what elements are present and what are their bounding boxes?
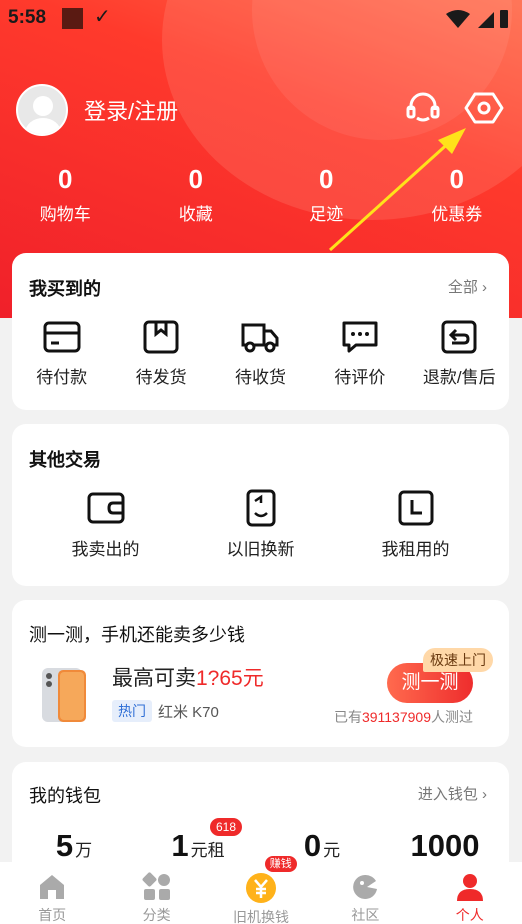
earn-badge: 赚钱 bbox=[264, 856, 297, 872]
other-trade-card: 其他交易 我卖出的 以旧换新 我租用的 bbox=[12, 424, 509, 586]
clock-icon bbox=[398, 490, 433, 526]
tab-label: 旧机换钱 bbox=[232, 909, 289, 924]
item-label: 我租用的 bbox=[381, 540, 450, 559]
tested-count: 已有391137909人测过 bbox=[333, 709, 473, 725]
item-label: 待发货 bbox=[135, 368, 187, 387]
community-icon bbox=[353, 874, 378, 899]
wallet-icon bbox=[87, 492, 124, 524]
tab-label: 社区 bbox=[351, 907, 380, 923]
fast-pickup-badge: 极速上门 bbox=[423, 648, 493, 672]
wallet-item[interactable]: 1 元租 bbox=[136, 828, 260, 864]
tab-home[interactable]: 首页 bbox=[0, 862, 104, 924]
tab-label: 个人 bbox=[455, 907, 484, 923]
category-icon bbox=[142, 872, 170, 900]
card-icon bbox=[43, 321, 81, 353]
bought-card: 我买到的 全部 › 待付款 待发货 待收货 待评价 退款/售后 bbox=[12, 253, 509, 410]
tab-trade-in[interactable]: 赚钱 旧机换钱 bbox=[209, 856, 313, 924]
tab-community[interactable]: 社区 bbox=[313, 862, 417, 924]
my-rented[interactable]: 我租用的 bbox=[338, 489, 493, 560]
my-sold[interactable]: 我卖出的 bbox=[28, 489, 183, 560]
item-label: 以旧换新 bbox=[226, 540, 295, 559]
order-pending-payment[interactable]: 待付款 bbox=[12, 319, 111, 388]
phone-model: 红米 K70 bbox=[158, 704, 219, 721]
max-price: 最高可卖1?65元 bbox=[112, 662, 264, 692]
order-pending-shipment[interactable]: 待发货 bbox=[111, 319, 210, 388]
item-label: 待评价 bbox=[334, 368, 386, 387]
view-all-link[interactable]: 全部 › bbox=[448, 276, 487, 297]
bottom-tab-bar: 首页 分类 赚钱 旧机换钱 社区 个人 bbox=[0, 856, 522, 924]
item-label: 待付款 bbox=[36, 368, 88, 387]
yuan-coin-icon bbox=[245, 873, 276, 903]
item-label: 待收货 bbox=[234, 368, 286, 387]
wallet-item[interactable]: 1000 bbox=[384, 828, 508, 864]
item-label: 我卖出的 bbox=[71, 540, 140, 559]
card-title: 我买到的 bbox=[29, 279, 101, 299]
hot-tag: 热门 bbox=[112, 700, 152, 722]
refund-icon bbox=[441, 320, 477, 354]
enter-wallet-link[interactable]: 进入钱包 › bbox=[418, 783, 487, 804]
card-title: 其他交易 bbox=[29, 450, 101, 470]
estimate-card[interactable]: 测一测，手机还能卖多少钱 最高可卖1?65元 热门 红米 K70 测一测 极速上… bbox=[12, 600, 509, 747]
tab-label: 首页 bbox=[38, 907, 67, 923]
package-icon bbox=[143, 320, 179, 354]
comment-icon bbox=[342, 321, 378, 353]
estimate-title: 测一测，手机还能卖多少钱 bbox=[29, 625, 245, 645]
trade-in[interactable]: 以旧换新 bbox=[183, 489, 338, 560]
tab-category[interactable]: 分类 bbox=[104, 862, 208, 924]
phone-exchange-icon bbox=[246, 489, 275, 527]
home-icon bbox=[40, 875, 65, 899]
card-title: 我的钱包 bbox=[29, 786, 101, 806]
order-pending-review[interactable]: 待评价 bbox=[310, 319, 409, 388]
annotation-arrow bbox=[328, 128, 466, 252]
wallet-item[interactable]: 5万 bbox=[12, 828, 136, 864]
tab-profile[interactable]: 个人 bbox=[418, 862, 522, 924]
price-prefix: 最高可卖 bbox=[112, 667, 196, 690]
tab-label: 分类 bbox=[142, 907, 171, 923]
truck-icon bbox=[241, 323, 279, 353]
item-label: 退款/售后 bbox=[422, 368, 496, 387]
order-refund[interactable]: 退款/售后 bbox=[410, 319, 509, 388]
phone-image bbox=[42, 668, 86, 722]
person-icon bbox=[456, 874, 483, 901]
order-pending-receipt[interactable]: 待收货 bbox=[211, 319, 310, 388]
price-value: 1?65元 bbox=[196, 667, 264, 690]
